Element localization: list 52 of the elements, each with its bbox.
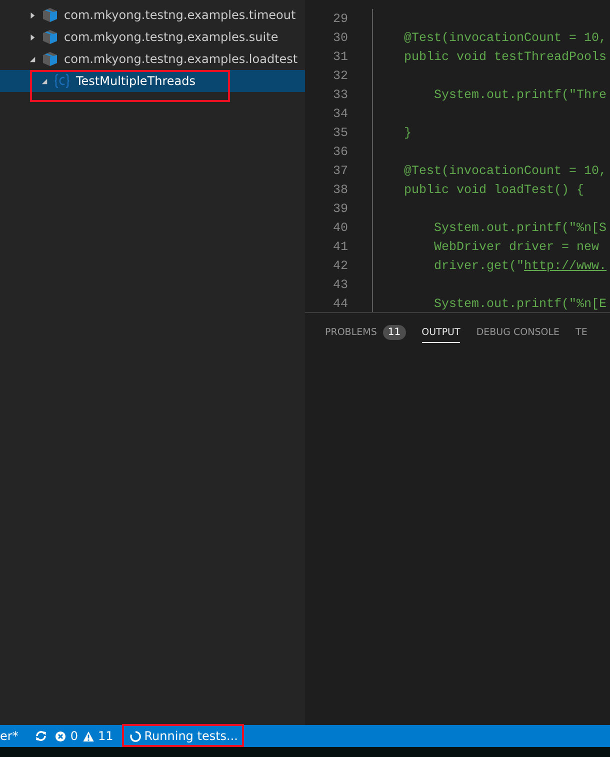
- code-text: System.out.printf("%n[E: [433, 296, 607, 310]
- line-number: 40: [332, 220, 348, 234]
- line-number: 42: [332, 258, 348, 272]
- warning-count[interactable]: 11: [98, 729, 114, 743]
- line-number: 36: [332, 144, 348, 158]
- code-text: System.out.printf("Thre: [433, 88, 607, 102]
- package-icon: [42, 29, 58, 45]
- branch-label[interactable]: er*: [0, 729, 18, 743]
- line-number: 43: [332, 278, 348, 292]
- code-text: }: [404, 126, 412, 140]
- line-number: 44: [332, 296, 348, 310]
- line-number: 37: [332, 164, 348, 178]
- line-number: 29: [332, 12, 348, 26]
- line-number: 39: [332, 202, 348, 216]
- panel-tab[interactable]: OUTPUT: [422, 322, 460, 343]
- count-badge: 11: [382, 324, 406, 340]
- sync-icon[interactable]: [35, 730, 48, 742]
- error-icon[interactable]: [55, 730, 66, 742]
- warning-icon[interactable]: [82, 730, 94, 742]
- collapsed-arrow-icon[interactable]: [29, 12, 36, 18]
- code-text: public void testThreadPools: [404, 50, 607, 64]
- line-number: 32: [332, 68, 348, 82]
- panel-tab[interactable]: TE: [576, 322, 588, 343]
- tree-item[interactable]: com.mkyong.testng.examples.suite: [0, 26, 305, 48]
- expanded-arrow-icon[interactable]: [41, 78, 48, 84]
- panel-tab[interactable]: DEBUG CONSOLE: [476, 322, 560, 343]
- code-text: System.out.printf("%n[S: [433, 220, 607, 234]
- line-number: 35: [332, 126, 348, 140]
- running-tests-item[interactable]: Running tests...: [122, 725, 244, 747]
- error-count[interactable]: 0: [70, 729, 78, 743]
- code-link[interactable]: http://www.: [524, 258, 607, 272]
- code-text: public void loadTest() {: [404, 182, 584, 196]
- package-icon: [42, 7, 58, 23]
- line-number: 31: [332, 50, 348, 64]
- spinner-icon: [130, 730, 142, 742]
- line-number: 34: [332, 106, 348, 120]
- code-text: driver.get(": [433, 258, 524, 272]
- expanded-arrow-icon[interactable]: [29, 56, 36, 62]
- line-number: 30: [332, 30, 348, 44]
- code-text: WebDriver driver = new: [433, 240, 600, 254]
- package-icon: [42, 51, 58, 67]
- code-text: @Test(invocationCount = 10,: [404, 30, 607, 44]
- collapsed-arrow-icon[interactable]: [29, 34, 36, 40]
- line-number: 38: [332, 182, 348, 196]
- line-number: 33: [332, 88, 348, 102]
- panel-tab[interactable]: PROBLEMS 11: [325, 322, 406, 343]
- tree-item[interactable]: TestMultipleThreads: [0, 70, 305, 92]
- tree-item[interactable]: com.mkyong.testng.examples.timeout: [0, 4, 305, 26]
- line-number: 41: [332, 240, 348, 254]
- tree-item[interactable]: com.mkyong.testng.examples.loadtest: [0, 48, 305, 70]
- class-icon: [54, 73, 70, 89]
- code-text: @Test(invocationCount = 10,: [404, 164, 607, 178]
